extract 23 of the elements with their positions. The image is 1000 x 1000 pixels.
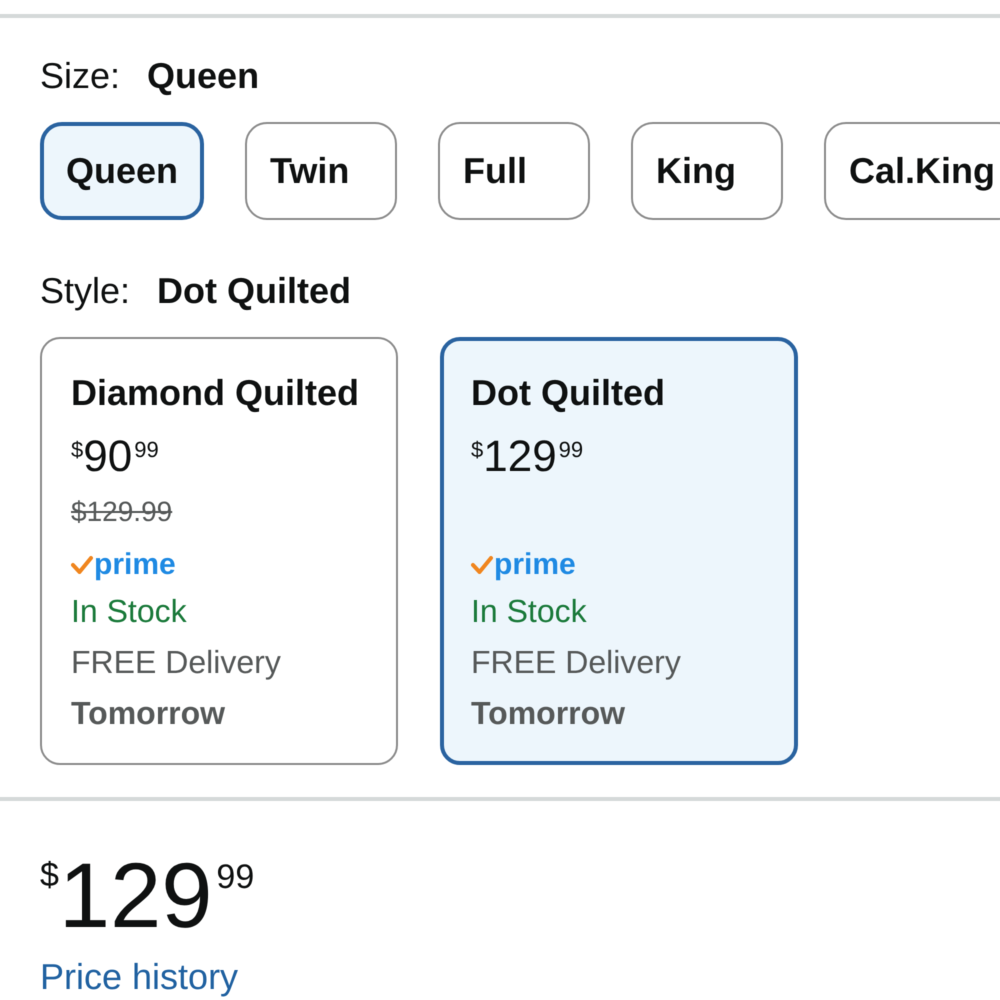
style-value: Dot Quilted [157, 269, 352, 313]
delivery-text: FREE Delivery [471, 643, 681, 682]
delivery-date: Tomorrow [471, 694, 626, 733]
style-name: Diamond Quilted [71, 371, 359, 415]
size-option-button[interactable]: Full [438, 122, 590, 220]
size-value: Queen [147, 54, 260, 98]
check-icon [71, 556, 93, 574]
size-option-button[interactable]: Queen [40, 122, 204, 220]
size-option-button[interactable]: Twin [245, 122, 398, 220]
price-history-link[interactable]: Price history [40, 956, 238, 998]
style-label: Style: [40, 269, 130, 313]
list-price: $129.99 [71, 495, 172, 529]
size-label: Size: [40, 54, 120, 98]
size-option-button[interactable]: King [631, 122, 784, 220]
stock-status: In Stock [471, 592, 587, 631]
check-icon [471, 556, 493, 574]
size-option-button[interactable]: Cal.King [824, 122, 1000, 220]
delivery-text: FREE Delivery [71, 643, 281, 682]
prime-text: prime [94, 547, 176, 583]
prime-text: prime [494, 547, 576, 583]
delivery-date: Tomorrow [71, 694, 226, 733]
stock-status: In Stock [71, 592, 187, 631]
style-name: Dot Quilted [471, 371, 665, 415]
